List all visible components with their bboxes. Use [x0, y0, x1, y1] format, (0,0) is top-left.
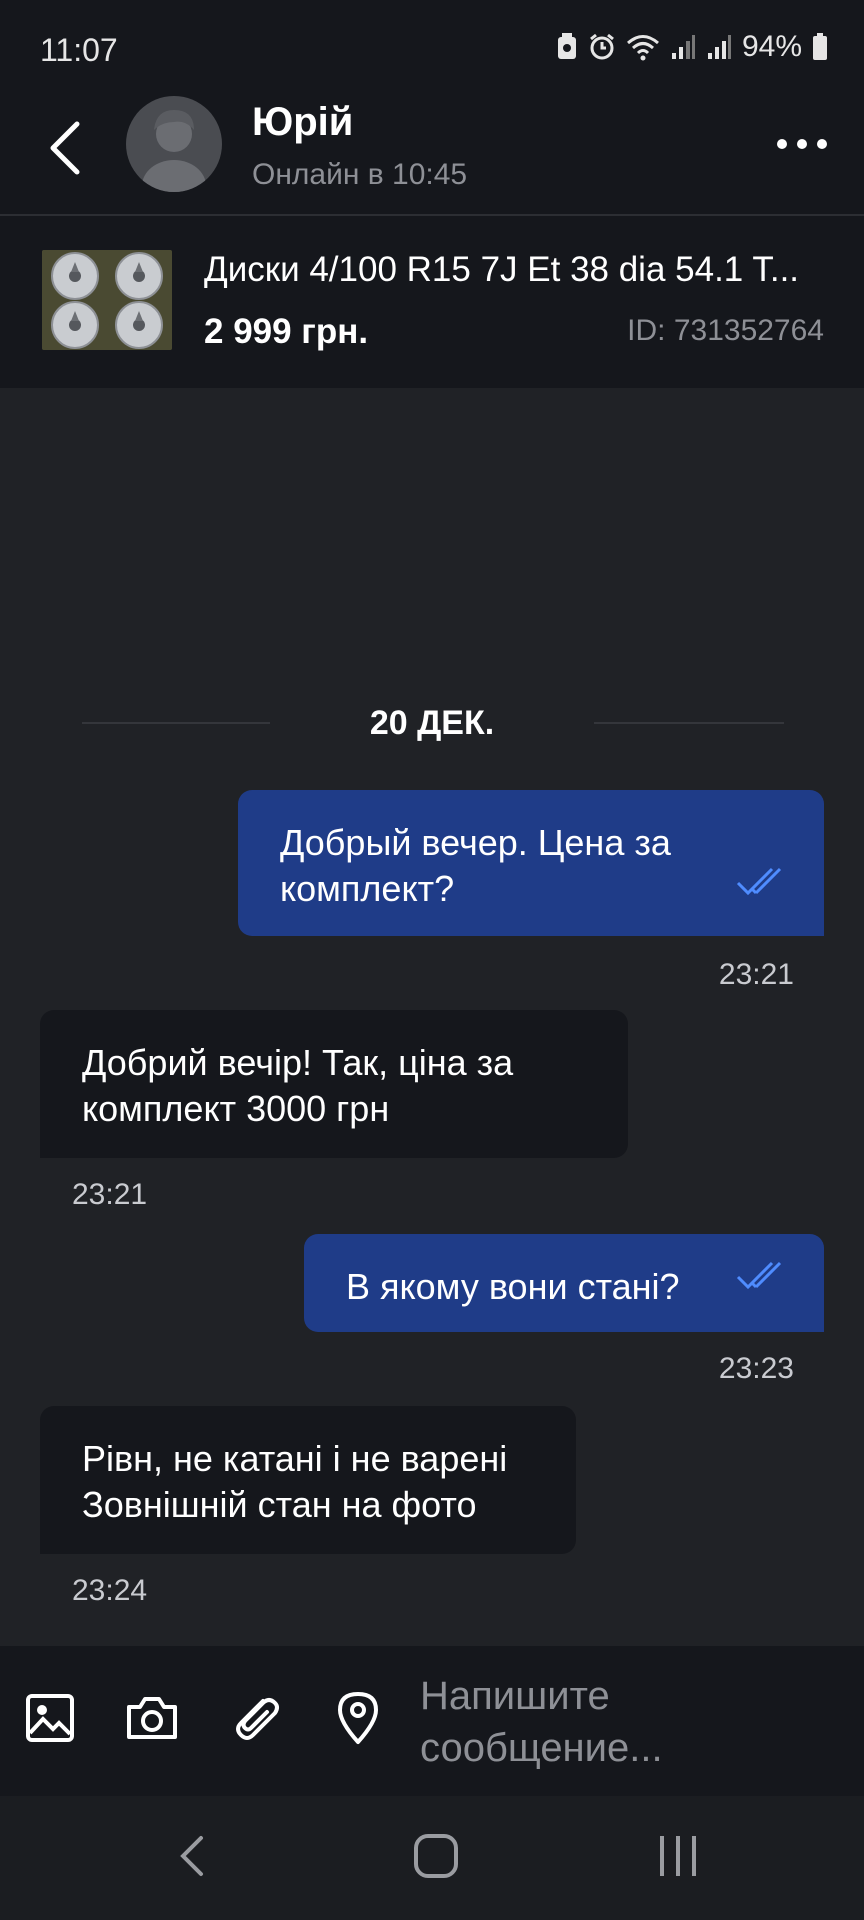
listing-id: ID: 731352764 — [627, 314, 824, 347]
message-bubble-outgoing[interactable]: Добрый вечер. Цена за комплект? — [238, 790, 824, 936]
message-bubble-outgoing[interactable]: В якому вони стані? — [304, 1234, 824, 1332]
listing-card[interactable]: Диски 4/100 R15 7J Et 38 dia 54.1 T... 2… — [0, 216, 864, 388]
more-dots-icon — [776, 137, 828, 155]
message-text-line: Добрый вечер. Цена за — [280, 822, 671, 863]
location-pin-icon — [336, 1690, 380, 1751]
date-line-right — [594, 722, 784, 724]
camera-button[interactable] — [124, 1692, 180, 1748]
avatar[interactable] — [126, 96, 222, 192]
message-input-placeholder: Напишите — [420, 1674, 610, 1718]
more-options-button[interactable] — [770, 118, 834, 174]
wifi-icon — [626, 33, 660, 61]
signal-icon — [670, 33, 696, 61]
message-time: 23:23 — [718, 1352, 794, 1385]
chat-header: Юрій Онлайн в 10:45 — [0, 96, 864, 214]
message-time: 23:24 — [72, 1574, 148, 1607]
nav-back-button[interactable] — [160, 1826, 224, 1890]
message-time: 23:21 — [718, 958, 794, 991]
android-icon — [556, 33, 578, 61]
read-check-icon — [734, 1256, 794, 1302]
listing-thumbnail[interactable] — [42, 250, 172, 350]
contact-status: Онлайн в 10:45 — [252, 158, 468, 191]
status-bar: 11:07 94% — [0, 0, 864, 96]
image-icon — [25, 1693, 75, 1748]
attach-image-button[interactable] — [22, 1692, 78, 1748]
date-separator: 20 ДЕК. — [0, 700, 864, 748]
message-text-line: комплект? — [280, 868, 455, 909]
battery-icon — [812, 33, 828, 61]
nav-recents-button[interactable] — [646, 1826, 710, 1890]
listing-price: 2 999 грн. — [204, 312, 369, 351]
wheel-rims-image — [42, 250, 172, 350]
message-text-line: Добрий вечір! Так, ціна за — [82, 1042, 514, 1083]
message-bubble-incoming[interactable]: Рівн, не катані і не варені Зовнішній ст… — [40, 1406, 576, 1554]
message-bubble-incoming[interactable]: Добрий вечір! Так, ціна за комплект 3000… — [40, 1010, 628, 1158]
message-text-line: комплект 3000 грн — [82, 1088, 390, 1129]
camera-icon — [125, 1695, 179, 1746]
message-input-placeholder: сообщение... — [420, 1726, 663, 1770]
user-silhouette-icon — [142, 110, 206, 192]
status-time: 11:07 — [40, 32, 118, 68]
back-button[interactable] — [36, 114, 92, 186]
nav-back-icon — [177, 1834, 207, 1883]
paperclip-icon — [229, 1691, 283, 1750]
contact-name[interactable]: Юрій — [252, 100, 353, 145]
message-text-line: Зовнішній стан на фото — [82, 1484, 477, 1525]
message-text-line: Рівн, не катані і не варені — [82, 1438, 508, 1479]
message-input[interactable]: Напишите сообщение... — [420, 1670, 840, 1774]
message-text-line: В якому вони стані? — [346, 1266, 680, 1307]
battery-text: 94% — [741, 30, 802, 63]
nav-home-icon — [412, 1832, 460, 1885]
attach-file-button[interactable] — [228, 1692, 284, 1748]
listing-title[interactable]: Диски 4/100 R15 7J Et 38 dia 54.1 T... — [204, 250, 834, 290]
alarm-icon — [588, 33, 616, 61]
read-check-icon — [734, 862, 794, 908]
chevron-left-icon — [47, 120, 81, 181]
message-time: 23:21 — [72, 1178, 148, 1211]
nav-home-button[interactable] — [404, 1826, 468, 1890]
system-nav-bar — [0, 1796, 864, 1920]
status-icons: 94% — [556, 30, 828, 64]
signal-icon — [706, 33, 732, 61]
message-composer: Напишите сообщение... — [0, 1646, 864, 1796]
send-location-button[interactable] — [330, 1690, 386, 1751]
nav-recents-icon — [656, 1834, 700, 1883]
